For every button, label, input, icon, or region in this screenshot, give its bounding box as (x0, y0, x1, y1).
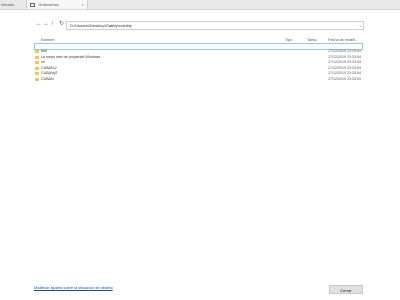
navigation-toolbar: ← → ↑ ↻ D:\Usuario\Desktop\Gatbly\sxshbl… (0, 17, 400, 31)
up-icon[interactable]: ↑ (51, 20, 54, 28)
address-text: D:\Usuario\Desktop\Gatbly\sxshbly (70, 23, 132, 28)
folder-icon (35, 77, 39, 81)
folder-icon (35, 72, 39, 76)
tab-label: ntenido (1, 2, 15, 7)
refresh-icon[interactable]: ↻ (59, 20, 64, 28)
chevron-down-icon[interactable]: ⌄ (359, 22, 362, 29)
forward-icon[interactable]: → (43, 20, 49, 28)
file-list: test 17/12/2019 23:33:54 La mejor web de… (34, 49, 362, 82)
page-icon (30, 3, 35, 7)
tab-label: Ordenamos (38, 2, 60, 7)
folder-icon (35, 55, 39, 59)
item-name: CUBAN (41, 76, 54, 81)
folder-icon (35, 66, 39, 70)
tab-bar: ntenido Ordenamos × (0, 0, 400, 10)
tab-current[interactable]: Ordenamos × (26, 0, 88, 9)
back-icon[interactable]: ← (36, 20, 42, 28)
folder-icon (35, 61, 39, 65)
address-bar[interactable]: D:\Usuario\Desktop\Gatbly\sxshbly ⌄ (66, 21, 364, 30)
close-button[interactable]: Cerrar (329, 285, 363, 294)
tab-previous[interactable]: ntenido (0, 0, 25, 9)
folder-icon (35, 50, 39, 54)
list-item[interactable]: CUBAN 17/12/2019 23:33:54 (34, 77, 362, 83)
item-date: 17/12/2019 23:33:54 (328, 76, 361, 81)
change-destination-link[interactable]: Modificar ajustes sobre la ubicación de … (34, 286, 113, 290)
close-tab-icon[interactable]: × (82, 0, 84, 9)
